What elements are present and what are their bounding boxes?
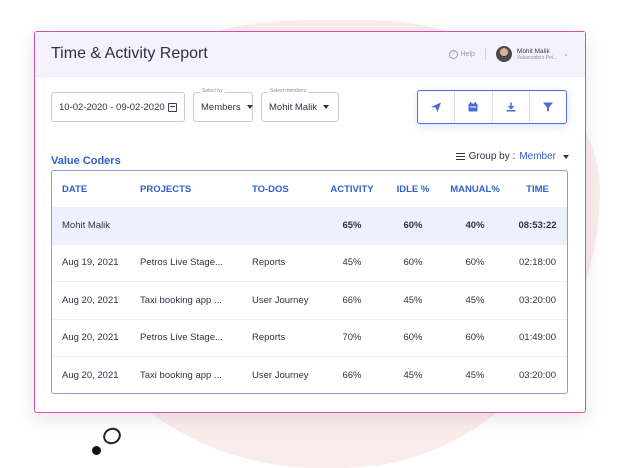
divider (484, 48, 486, 60)
table-header-row: DATE PROJECTS TO-DOS ACTIVITY IDLE % MAN… (52, 171, 567, 207)
filter-icon (542, 102, 553, 112)
section-header: Value Coders Group by : Member (51, 151, 569, 167)
table-row[interactable]: Aug 20, 2021 Taxi booking app ... User J… (52, 281, 567, 319)
summary-time: 08:53:22 (506, 207, 567, 244)
row-todo: User Journey (252, 281, 322, 319)
select-members-dropdown[interactable]: Select members Mohit Malik (261, 88, 339, 122)
row-project: Petros Live Stage... (140, 243, 252, 282)
org-name: Value Coders (51, 155, 121, 167)
table-row[interactable]: Aug 20, 2021 Petros Live Stage... Report… (52, 318, 567, 357)
help-label: Help (460, 50, 475, 58)
user-name: Mohit Malik (516, 47, 550, 55)
row-project: Taxi booking app ... (140, 356, 252, 393)
row-idle: 45% (382, 356, 444, 393)
column-header-manual[interactable]: MANUAL% (444, 171, 506, 207)
row-manual: 45% (444, 281, 506, 319)
caret-down-icon (246, 105, 253, 109)
table-row[interactable]: Aug 20, 2021 Taxi booking app ... User J… (52, 356, 567, 393)
row-time: 03:20:00 (506, 356, 567, 393)
row-date: Aug 20, 2021 (52, 281, 140, 319)
empty-cell (140, 207, 252, 244)
member-name: Mohit Malik (52, 207, 140, 244)
date-range-picker[interactable]: 10-02-2020 - 09-02-2020 (51, 92, 185, 122)
row-date: Aug 20, 2021 (52, 318, 140, 357)
row-manual: 60% (444, 318, 506, 357)
select-members-value: Mohit Malik (269, 101, 318, 113)
report-table: DATE PROJECTS TO-DOS ACTIVITY IDLE % MAN… (51, 170, 568, 394)
decorative-dot (92, 446, 101, 455)
send-button[interactable] (418, 91, 456, 123)
action-toolbar (417, 90, 567, 124)
avatar[interactable] (495, 46, 512, 62)
column-header-todos[interactable]: TO-DOS (252, 171, 322, 207)
select-by-value: Members (201, 101, 241, 113)
row-idle: 60% (382, 318, 444, 357)
send-icon (431, 102, 442, 112)
row-date: Aug 19, 2021 (52, 243, 140, 282)
row-activity: 70% (322, 318, 382, 357)
row-todo: User Journey (252, 356, 322, 393)
row-idle: 45% (382, 281, 444, 319)
summary-manual: 40% (444, 207, 506, 244)
summary-activity: 65% (322, 207, 382, 244)
chevron-down-icon[interactable]: ⌄ (563, 50, 569, 58)
row-activity: 66% (322, 356, 382, 393)
column-header-idle[interactable]: IDLE % (382, 171, 444, 207)
table-row[interactable]: Aug 19, 2021 Petros Live Stage... Report… (52, 243, 567, 282)
schedule-button[interactable] (455, 91, 493, 123)
row-project: Petros Live Stage... (140, 318, 252, 357)
row-activity: 66% (322, 281, 382, 319)
select-by-label: Select by (200, 88, 225, 94)
row-time: 01:49:00 (506, 318, 567, 357)
row-todo: Reports (252, 243, 322, 282)
row-time: 02:18:00 (506, 243, 567, 282)
help-link[interactable]: ? Help (448, 49, 475, 59)
row-date: Aug 20, 2021 (52, 356, 140, 393)
group-by-value: Member (519, 151, 556, 162)
download-button[interactable] (493, 91, 530, 123)
column-header-time[interactable]: TIME (506, 171, 567, 207)
report-card: Time & Activity Report ? Help Mohit Mali… (34, 31, 586, 413)
row-manual: 60% (444, 243, 506, 282)
row-project: Taxi booking app ... (140, 281, 252, 319)
user-org: Valuecoders Pvt... (516, 54, 558, 61)
page-title: Time & Activity Report (51, 45, 208, 62)
calendar-icon (168, 102, 177, 112)
date-range-value: 10-02-2020 - 09-02-2020 (59, 101, 165, 113)
group-by-dropdown[interactable]: Group by : Member (455, 151, 569, 162)
user-menu[interactable]: Mohit Malik Valuecoders Pvt... (517, 48, 557, 61)
report-header: Time & Activity Report ? Help Mohit Mali… (35, 32, 585, 77)
caret-down-icon (563, 154, 569, 159)
download-icon (506, 102, 516, 112)
filter-button[interactable] (530, 91, 566, 123)
select-by-dropdown[interactable]: Select by Members (193, 88, 253, 122)
row-activity: 45% (322, 243, 382, 282)
column-header-date[interactable]: DATE (52, 171, 140, 207)
column-header-activity[interactable]: ACTIVITY (322, 171, 382, 207)
caret-down-icon (323, 105, 330, 109)
calendar-icon (468, 102, 478, 112)
help-icon: ? (448, 49, 458, 59)
row-time: 03:20:00 (506, 281, 567, 319)
group-by-label: Group by : (468, 151, 516, 162)
row-manual: 45% (444, 356, 506, 393)
row-todo: Reports (252, 318, 322, 357)
list-icon (455, 151, 465, 162)
summary-idle: 60% (382, 207, 444, 244)
row-idle: 60% (382, 243, 444, 282)
summary-row[interactable]: Mohit Malik 65% 60% 40% 08:53:22 (52, 207, 567, 244)
select-members-label: Select members (268, 88, 309, 94)
column-header-projects[interactable]: PROJECTS (140, 171, 252, 207)
decorative-circle (100, 424, 124, 448)
empty-cell (252, 207, 322, 244)
filter-bar: 10-02-2020 - 09-02-2020 Select by Member… (51, 88, 569, 124)
